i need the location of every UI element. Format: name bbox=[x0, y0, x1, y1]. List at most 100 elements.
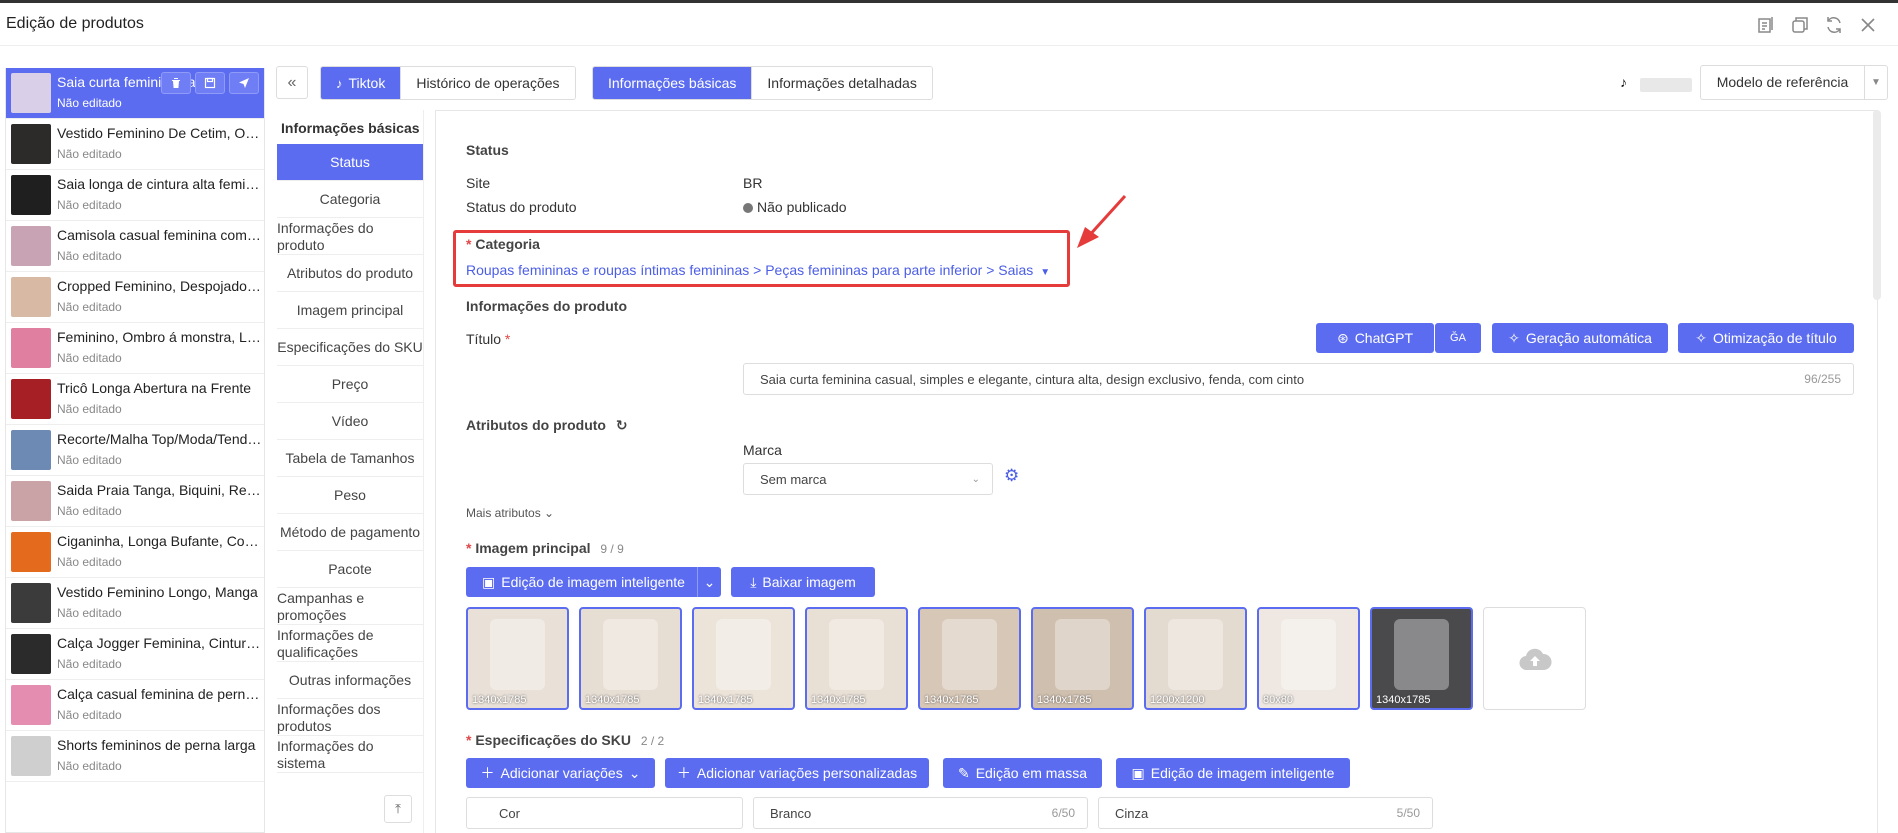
section-nav-item[interactable]: Informações dos produtos bbox=[277, 699, 423, 736]
save-icon[interactable] bbox=[195, 72, 225, 94]
product-edit-status: Não editado bbox=[57, 300, 122, 314]
section-nav-item[interactable]: Peso bbox=[277, 477, 423, 514]
product-list-item[interactable]: Vestido Feminino De Cetim, Ombro a Ombro… bbox=[6, 119, 264, 170]
section-nav-item[interactable]: Informações do produto bbox=[277, 218, 423, 255]
product-image-thumb[interactable]: 1200x1200 bbox=[1144, 607, 1247, 710]
sku-value-input[interactable]: Branco 6/50 bbox=[753, 797, 1088, 829]
chatgpt-button[interactable]: ⊛ ChatGPT bbox=[1316, 323, 1434, 353]
section-nav-item[interactable]: Status bbox=[277, 144, 423, 181]
section-nav-item[interactable]: Categoria bbox=[277, 181, 423, 218]
product-thumbnail bbox=[11, 175, 51, 215]
product-edit-status: Não editado bbox=[57, 402, 122, 416]
image-dimension: 1200x1200 bbox=[1150, 694, 1205, 706]
product-image-thumb[interactable]: 1340x1785 bbox=[466, 607, 569, 710]
close-icon[interactable] bbox=[1858, 15, 1878, 35]
color-attribute-input[interactable]: Cor bbox=[466, 797, 743, 829]
product-image-thumb[interactable]: 1340x1785 bbox=[805, 607, 908, 710]
refresh-icon[interactable] bbox=[1824, 15, 1844, 35]
window-titlebar: Edição de produtos bbox=[0, 3, 1898, 46]
image-dimension: 1340x1785 bbox=[698, 694, 753, 706]
title-optimization-button[interactable]: ✧ Otimização de título bbox=[1678, 323, 1854, 353]
settings-gear-icon[interactable]: ⚙ bbox=[1004, 466, 1019, 486]
product-image-thumb[interactable]: 1340x1785 bbox=[692, 607, 795, 710]
section-nav-item[interactable]: Campanhas e promoções bbox=[277, 588, 423, 625]
section-nav-item[interactable]: Imagem principal bbox=[277, 292, 423, 329]
product-list-item[interactable]: Saia longa de cintura alta feminina Não e… bbox=[6, 170, 264, 221]
product-list-item[interactable]: Calça Jogger Feminina, Cintura Alta Não e… bbox=[6, 629, 264, 680]
smart-image-edit-button[interactable]: ▣ Edição de imagem inteligente ⌄ bbox=[466, 567, 721, 597]
product-image-thumb[interactable]: 1340x1785 bbox=[1031, 607, 1134, 710]
product-image-thumb[interactable]: 80x80 bbox=[1257, 607, 1360, 710]
section-nav-item[interactable]: Outras informações bbox=[277, 662, 423, 699]
garment-shape bbox=[1393, 618, 1450, 691]
upload-image-button[interactable] bbox=[1483, 607, 1586, 710]
product-name: Tricô Longa Abertura na Frente bbox=[57, 380, 252, 396]
red-arrow-annotation bbox=[1077, 194, 1127, 248]
reference-model-dropdown[interactable]: Modelo de referência ▼ bbox=[1700, 65, 1888, 100]
auto-generation-button[interactable]: ✧ Geração automática bbox=[1492, 323, 1668, 353]
section-nav-item[interactable]: Especificações do SKU bbox=[277, 329, 423, 366]
product-list-item[interactable]: Vestido Feminino Longo, Manga Não editado bbox=[6, 578, 264, 629]
brand-select[interactable]: Sem marca ⌄ bbox=[743, 463, 993, 495]
collapse-sidebar-button[interactable]: « bbox=[276, 66, 308, 99]
product-image-thumb[interactable]: 1340x1785 bbox=[1370, 607, 1473, 710]
copy-icon[interactable] bbox=[1790, 15, 1810, 35]
product-thumbnail bbox=[11, 124, 51, 164]
delete-icon[interactable] bbox=[161, 72, 191, 94]
product-list-item[interactable]: Saia curta feminina casual, simples e el… bbox=[6, 68, 264, 119]
translate-button[interactable]: ĞA bbox=[1435, 323, 1481, 353]
scrollbar[interactable] bbox=[1873, 110, 1881, 300]
tiktok-store-icon: ♪ bbox=[1620, 74, 1627, 90]
product-list-item[interactable]: Feminino, Ombro á monstra, Longo Não edit… bbox=[6, 323, 264, 374]
product-image-thumb[interactable]: 1340x1785 bbox=[579, 607, 682, 710]
product-list-item[interactable]: Recorte/Malha Top/Moda/Tendência Não edit… bbox=[6, 425, 264, 476]
section-nav-item[interactable]: Informações do sistema bbox=[277, 736, 423, 773]
product-list: Saia curta feminina casual, simples e el… bbox=[5, 68, 265, 833]
tab-operation-history[interactable]: Histórico de operações bbox=[401, 67, 575, 99]
tab-tiktok[interactable]: ♪ Tiktok bbox=[321, 67, 402, 99]
product-info-heading: Informações do produto bbox=[466, 298, 627, 314]
product-list-item[interactable]: Tricô Longa Abertura na Frente Não editad… bbox=[6, 374, 264, 425]
product-thumbnail bbox=[11, 226, 51, 266]
category-path-select[interactable]: Roupas femininas e roupas íntimas femini… bbox=[466, 262, 1050, 278]
window-title: Edição de produtos bbox=[6, 15, 144, 32]
product-list-item[interactable]: Shorts femininos de perna larga Não edita… bbox=[6, 731, 264, 782]
add-variations-button[interactable]: ＋ Adicionar variações ⌄ bbox=[466, 758, 655, 788]
main-image-gallery: 1340x1785 1340x1785 1340x1785 1340x1785 1340… bbox=[466, 607, 1586, 710]
section-nav-item[interactable]: Vídeo bbox=[277, 403, 423, 440]
more-attributes-toggle[interactable]: Mais atributos ⌄ bbox=[466, 506, 554, 520]
mass-edit-button[interactable]: ✎ Edição em massa bbox=[943, 758, 1102, 788]
product-list-item[interactable]: Cropped Feminino, Despojado e Moderno Não… bbox=[6, 272, 264, 323]
download-image-button[interactable]: ⤓ Baixar imagem bbox=[731, 567, 875, 597]
main-image-heading: * Imagem principal 9 / 9 bbox=[466, 540, 624, 556]
product-edit-status: Não editado bbox=[57, 453, 122, 467]
list-icon[interactable] bbox=[1756, 15, 1776, 35]
product-list-item[interactable]: Calça casual feminina de perna larga Não … bbox=[6, 680, 264, 731]
arrow-up-icon: ⤒ bbox=[395, 801, 401, 816]
tab-detailed-info[interactable]: Informações detalhadas bbox=[752, 67, 932, 99]
product-list-item[interactable]: Saida Praia Tanga, Biquini, Renda Não edi… bbox=[6, 476, 264, 527]
sku-value-input[interactable]: Cinza 5/50 bbox=[1098, 797, 1433, 829]
product-edit-status: Não editado bbox=[57, 606, 122, 620]
sku-smart-image-edit-button[interactable]: ▣ Edição de imagem inteligente bbox=[1116, 758, 1350, 788]
refresh-icon[interactable]: ↻ bbox=[616, 417, 628, 433]
chevron-down-icon[interactable]: ▼ bbox=[1865, 66, 1887, 99]
product-name: Ciganinha, Longa Bufante, Comprida bbox=[57, 533, 262, 549]
product-image-thumb[interactable]: 1340x1785 bbox=[918, 607, 1021, 710]
section-nav-item[interactable]: Método de pagamento bbox=[277, 514, 423, 551]
section-nav-item[interactable]: Tabela de Tamanhos bbox=[277, 440, 423, 477]
product-list-item[interactable]: Camisola casual feminina com decote Não e… bbox=[6, 221, 264, 272]
back-to-top-button[interactable]: ⤒ bbox=[384, 795, 412, 823]
section-nav-item[interactable]: Informações de qualificações bbox=[277, 625, 423, 662]
dropdown-caret-icon[interactable]: ⌄ bbox=[697, 567, 721, 597]
send-icon[interactable] bbox=[229, 72, 259, 94]
product-list-item[interactable]: Ciganinha, Longa Bufante, Comprida Não ed… bbox=[6, 527, 264, 578]
chevron-down-icon: ⌄ bbox=[971, 473, 980, 485]
section-nav-item[interactable]: Atributos do produto bbox=[277, 255, 423, 292]
status-heading: Status bbox=[466, 142, 509, 158]
section-nav-item[interactable]: Pacote bbox=[277, 551, 423, 588]
title-input[interactable]: Saia curta feminina casual, simples e el… bbox=[743, 363, 1854, 395]
section-nav-item[interactable]: Preço bbox=[277, 366, 423, 403]
tab-basic-info[interactable]: Informações básicas bbox=[593, 67, 753, 99]
add-custom-variations-button[interactable]: ＋ Adicionar variações personalizadas bbox=[665, 758, 929, 788]
